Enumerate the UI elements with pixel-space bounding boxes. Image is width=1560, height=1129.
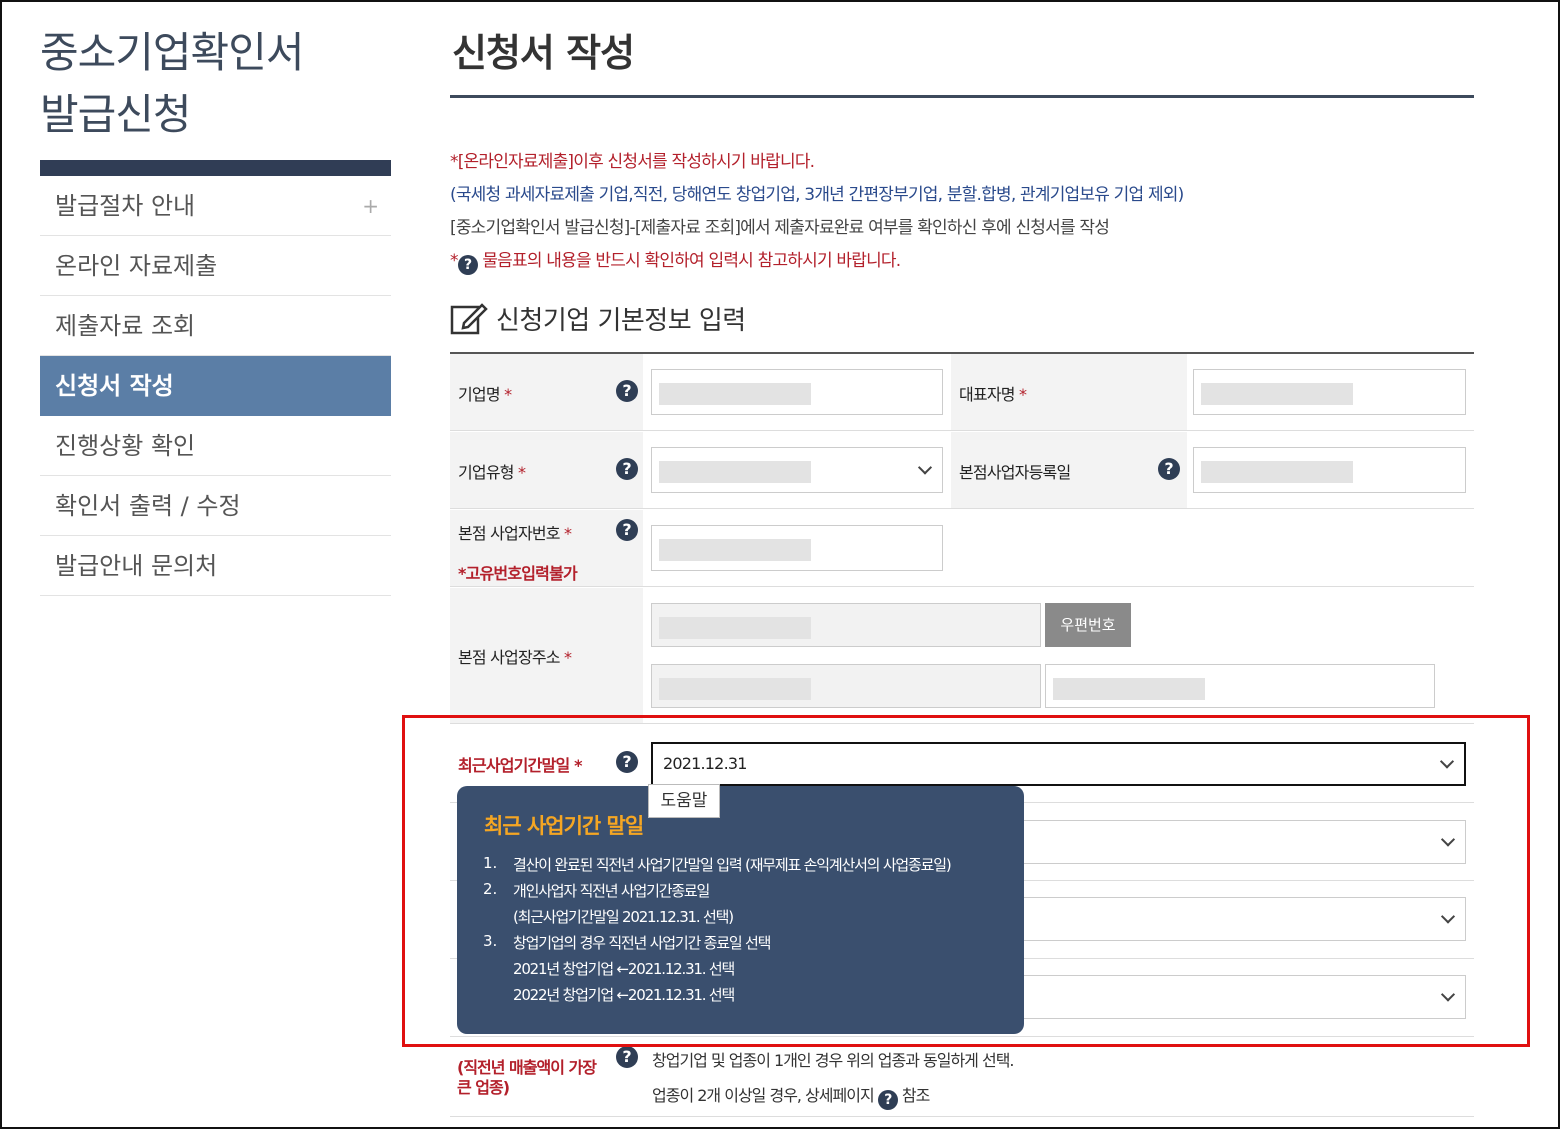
zipcode-button[interactable]: 우편번호	[1045, 603, 1131, 647]
redacted-value	[1201, 461, 1353, 483]
chevron-down-icon	[917, 460, 933, 475]
help-icon[interactable]: ?	[616, 380, 638, 402]
chevron-down-icon	[1439, 754, 1455, 769]
tooltip-item: 창업기업의 경우 직전년 사업기간 종료일 선택	[513, 934, 771, 952]
hq-biz-no-input[interactable]	[651, 525, 943, 571]
sidebar-header-bar	[40, 160, 391, 176]
address-detail-input[interactable]	[1045, 664, 1435, 708]
redacted-value	[659, 539, 811, 561]
tooltip-title: 최근 사업기간 말일	[484, 814, 644, 838]
title-divider	[450, 95, 1474, 98]
edit-icon	[450, 303, 488, 335]
sidebar-item-write-application[interactable]: 신청서 작성	[40, 356, 391, 416]
help-icon[interactable]: ?	[616, 1046, 638, 1068]
company-type-label-cell: 기업유형 *	[450, 432, 643, 508]
notice-line: *? 물음표의 내용을 반드시 확인하여 입력시 참고하시기 바랍니다.	[450, 251, 901, 275]
redacted-value	[659, 461, 811, 483]
fiscal-end-select[interactable]: 2021.12.31	[651, 742, 1466, 786]
row-divider	[450, 1116, 1474, 1117]
sidebar-item-label: 신청서 작성	[55, 372, 174, 400]
industry-guide-line: 창업기업 및 업종이 1개인 경우 위의 업종과 동일하게 선택.	[652, 1051, 1015, 1070]
sidebar-item-issue-guide[interactable]: 발급절차 안내 +	[40, 176, 391, 236]
sidebar-item-label: 진행상황 확인	[55, 432, 196, 460]
chevron-down-icon	[1440, 909, 1456, 924]
tooltip-subitem: 2021년 창업기업 ←2021.12.31. 선택	[513, 960, 735, 978]
sidebar-item-label: 제출자료 조회	[55, 312, 196, 340]
help-icon[interactable]: ?	[1158, 458, 1180, 480]
address-input[interactable]	[651, 664, 1041, 708]
redacted-value	[659, 617, 811, 639]
sidebar-item-online-submit[interactable]: 온라인 자료제출	[40, 236, 391, 296]
sidebar-item-contact[interactable]: 발급안내 문의처	[40, 536, 391, 596]
zipcode-input[interactable]	[651, 603, 1041, 647]
help-tab: 도움말	[648, 784, 720, 818]
sidebar-nav: 발급절차 안내 + 온라인 자료제출 제출자료 조회 신청서 작성 진행상황 확…	[40, 176, 391, 596]
company-name-label-cell: 기업명 *	[450, 354, 643, 430]
sidebar-item-label: 확인서 출력 / 수정	[55, 492, 241, 520]
question-icon[interactable]: ?	[877, 1090, 898, 1110]
sidebar-title: 중소기업확인서 발급신청	[40, 28, 304, 139]
question-icon: ?	[457, 255, 478, 275]
company-type-select[interactable]	[651, 447, 943, 493]
redacted-value	[659, 383, 811, 405]
main-industry-label: (직전년 매출액이 가장 큰 업종)	[457, 1058, 597, 1097]
tooltip-item: 결산이 완료된 직전년 사업기간말일 입력 (재무제표 손익계산서의 사업종료일…	[513, 856, 952, 874]
notice-block: *[온라인자료제출]이후 신청서를 작성하시기 바랍니다. (국세청 과세자료제…	[450, 146, 1474, 278]
company-name-input[interactable]	[651, 369, 943, 415]
tooltip-item: 개인사업자 직전년 사업기간종료일	[513, 882, 710, 900]
row-divider	[450, 430, 1474, 431]
chevron-down-icon	[1440, 987, 1456, 1002]
section-title: 신청기업 기본정보 입력	[450, 300, 746, 337]
hq-reg-date-label-cell: 본점사업자등록일	[951, 432, 1187, 508]
page-title: 신청서 작성	[452, 31, 635, 75]
notice-line: *[온라인자료제출]이후 신청서를 작성하시기 바랍니다.	[450, 152, 815, 172]
sidebar-item-label: 발급안내 문의처	[55, 552, 218, 580]
notice-line: (국세청 과세자료제출 기업,직전, 당해연도 창업기업, 3개년 간편장부기업…	[450, 185, 1184, 205]
row-divider	[450, 586, 1474, 587]
help-tooltip: 최근 사업기간 말일 1. 결산이 완료된 직전년 사업기간말일 입력 (재무제…	[457, 786, 1024, 1034]
ceo-label-cell: 대표자명 *	[951, 354, 1187, 430]
tooltip-subitem: 2022년 창업기업 ←2021.12.31. 선택	[513, 986, 735, 1004]
ceo-input[interactable]	[1193, 369, 1466, 415]
industry-guide-line: 업종이 2개 이상일 경우, 상세페이지 ? 참조	[652, 1086, 930, 1110]
hq-biz-no-label-cell: 본점 사업자번호 * *고유번호입력불가	[450, 510, 643, 586]
sidebar-item-print-edit[interactable]: 확인서 출력 / 수정	[40, 476, 391, 536]
help-icon[interactable]: ?	[616, 458, 638, 480]
redacted-value	[659, 678, 811, 700]
sidebar-item-progress[interactable]: 진행상황 확인	[40, 416, 391, 476]
row-divider	[450, 723, 1474, 724]
redacted-value	[1201, 383, 1353, 405]
sidebar-item-label: 발급절차 안내	[55, 192, 196, 220]
sidebar-item-label: 온라인 자료제출	[55, 252, 218, 280]
notice-line: [중소기업확인서 발급신청]-[제출자료 조회]에서 제출자료완료 여부를 확인…	[450, 218, 1110, 238]
chevron-down-icon	[1440, 832, 1456, 847]
hq-reg-date-input[interactable]	[1193, 447, 1466, 493]
help-icon[interactable]: ?	[616, 519, 638, 541]
help-icon[interactable]: ?	[616, 751, 638, 773]
row-divider	[450, 1036, 1474, 1037]
tooltip-subitem: (최근사업기간말일 2021.12.31. 선택)	[513, 908, 734, 926]
sidebar-item-submitted-lookup[interactable]: 제출자료 조회	[40, 296, 391, 356]
hq-address-label-cell: 본점 사업장주소 *	[450, 588, 643, 723]
redacted-value	[1053, 678, 1205, 700]
plus-icon: +	[362, 194, 379, 218]
row-divider	[450, 508, 1474, 509]
